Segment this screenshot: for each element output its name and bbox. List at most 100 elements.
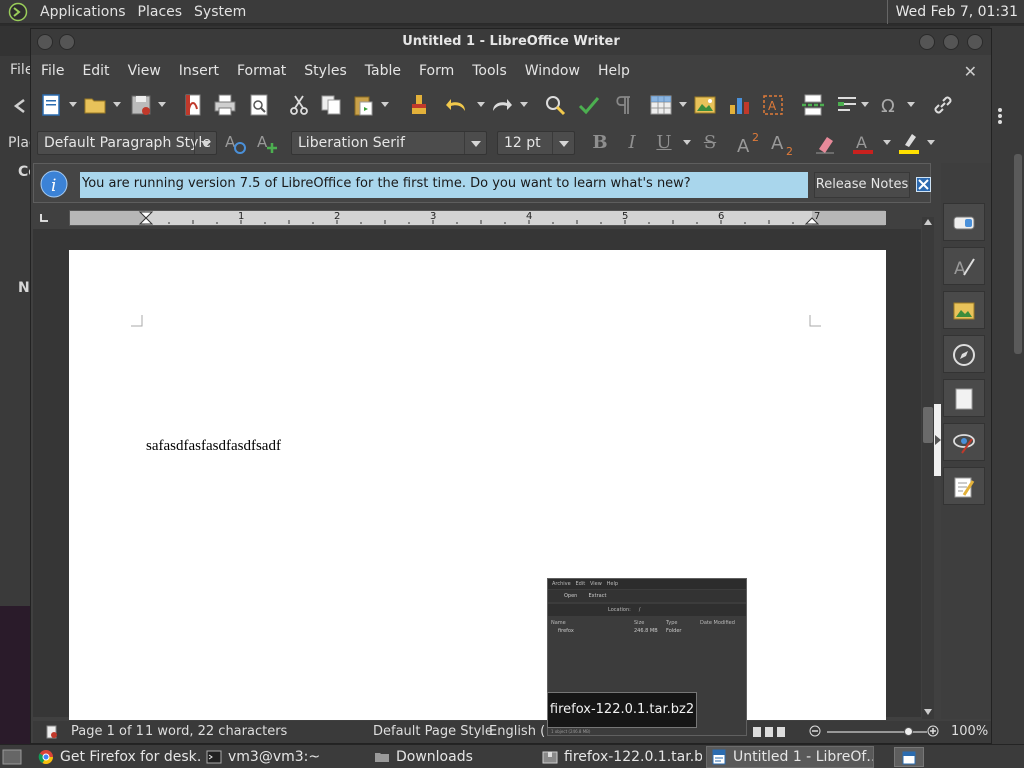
strikethrough-icon[interactable]: S <box>697 131 723 155</box>
taskbar-item-firefox-page[interactable]: Get Firefox for desk… <box>34 746 200 768</box>
paste-dropdown-icon[interactable] <box>381 102 389 107</box>
taskbar-item-terminal[interactable]: vm3@vm3:~ <box>202 746 366 768</box>
spelling-icon[interactable] <box>577 93 601 117</box>
zoom-slider[interactable] <box>827 727 927 736</box>
formatting-marks-icon[interactable] <box>611 93 635 117</box>
special-character-icon[interactable]: Ω <box>877 93 901 117</box>
sidebar-navigator-button[interactable] <box>943 335 985 373</box>
export-pdf-icon[interactable] <box>181 93 205 117</box>
window-menu-icon[interactable] <box>37 34 53 50</box>
scrollbar-thumb[interactable] <box>923 407 933 443</box>
print-icon[interactable] <box>213 93 237 117</box>
status-page-style[interactable]: Default Page Style <box>373 724 493 739</box>
window-titlebar[interactable]: Untitled 1 - LibreOffice Writer <box>31 29 991 55</box>
window-shade-icon[interactable] <box>59 34 75 50</box>
underline-dropdown-icon[interactable] <box>683 140 691 145</box>
insert-image-icon[interactable] <box>693 93 717 117</box>
paragraph-style-dropdown-icon[interactable] <box>194 132 216 154</box>
sidebar-style-inspector-button[interactable] <box>943 423 985 461</box>
new-document-icon[interactable] <box>39 93 63 117</box>
sidebar-styles-button[interactable]: A <box>943 247 985 285</box>
insert-chart-icon[interactable] <box>727 93 751 117</box>
menu-tools[interactable]: Tools <box>463 63 516 79</box>
menu-edit[interactable]: Edit <box>73 63 118 79</box>
maximize-icon[interactable] <box>943 34 959 50</box>
document-text[interactable]: safasdfasfasdfasdfsadf <box>146 438 281 455</box>
insert-page-break-icon[interactable] <box>801 93 825 117</box>
kebab-menu-icon[interactable] <box>994 106 1006 126</box>
menu-format[interactable]: Format <box>228 63 295 79</box>
clear-formatting-icon[interactable] <box>813 131 837 155</box>
insert-table-icon[interactable] <box>649 93 673 117</box>
redo-icon[interactable] <box>489 93 513 117</box>
status-word-count[interactable]: 1 word, 22 characters <box>145 724 287 739</box>
view-layout-icons[interactable] <box>753 725 787 739</box>
font-color-icon[interactable]: A <box>851 131 875 155</box>
menu-styles[interactable]: Styles <box>295 63 355 79</box>
menu-view[interactable]: View <box>119 63 170 79</box>
status-language[interactable]: English (US) <box>489 724 545 739</box>
paragraph-style-combo[interactable]: Default Paragraph Style <box>37 131 217 155</box>
zoom-slider-knob[interactable] <box>904 727 913 736</box>
open-dropdown-icon[interactable] <box>113 102 121 107</box>
sidebar-gallery-button[interactable] <box>943 291 985 329</box>
status-page-number[interactable]: Page 1 of 1 <box>71 724 144 739</box>
new-document-dropdown-icon[interactable] <box>69 102 77 107</box>
minimize-icon[interactable] <box>919 34 935 50</box>
insert-hyperlink-icon[interactable] <box>931 93 955 117</box>
menu-form[interactable]: Form <box>410 63 463 79</box>
menu-window[interactable]: Window <box>516 63 589 79</box>
highlight-dropdown-icon[interactable] <box>927 140 935 145</box>
copy-icon[interactable] <box>319 93 343 117</box>
places-menu[interactable]: Places <box>132 4 189 20</box>
underline-icon[interactable]: U <box>651 131 677 155</box>
menu-table[interactable]: Table <box>356 63 410 79</box>
bold-icon[interactable]: B <box>587 131 613 155</box>
font-name-dropdown-icon[interactable] <box>464 132 486 154</box>
clock[interactable]: Wed Feb 7, 01:31 <box>886 0 1024 24</box>
show-desktop-icon[interactable] <box>2 748 22 766</box>
sidebar-page-button[interactable] <box>943 379 985 417</box>
scroll-up-icon[interactable] <box>924 219 932 225</box>
zoom-out-icon[interactable] <box>809 725 821 737</box>
sidebar-manage-changes-button[interactable] <box>943 467 985 505</box>
special-character-dropdown-icon[interactable] <box>907 102 915 107</box>
find-replace-icon[interactable] <box>543 93 567 117</box>
close-window-icon[interactable] <box>967 34 983 50</box>
italic-icon[interactable]: I <box>619 131 645 155</box>
new-style-icon[interactable]: A <box>255 131 279 155</box>
document-page[interactable] <box>69 250 886 720</box>
insert-field-dropdown-icon[interactable] <box>861 102 869 107</box>
taskbar-item-archive[interactable]: firefox-122.0.1.tar.bz2 <box>538 746 702 768</box>
save-icon[interactable] <box>129 93 153 117</box>
superscript-icon[interactable]: A2 <box>735 131 763 155</box>
menu-insert[interactable]: Insert <box>170 63 228 79</box>
close-document-icon[interactable]: ✕ <box>964 62 977 81</box>
system-menu[interactable]: System <box>188 4 252 20</box>
redo-dropdown-icon[interactable] <box>520 102 528 107</box>
horizontal-ruler[interactable]: 1 2 3 4 5 6 7 <box>69 210 886 226</box>
scroll-down-icon[interactable] <box>924 709 932 715</box>
tab-stop-type-icon[interactable] <box>39 213 49 223</box>
font-size-dropdown-icon[interactable] <box>552 132 574 154</box>
insert-text-box-icon[interactable]: A <box>761 93 785 117</box>
background-scrollbar[interactable] <box>1014 154 1022 354</box>
open-folder-icon[interactable] <box>83 93 107 117</box>
menu-file[interactable]: File <box>31 63 73 79</box>
sidebar-properties-button[interactable] <box>943 203 985 241</box>
workspace-switcher[interactable] <box>894 747 924 767</box>
applications-menu[interactable]: Applications <box>34 4 132 20</box>
taskbar-item-writer[interactable]: Untitled 1 - LibreOf… <box>706 746 874 768</box>
vertical-scrollbar[interactable] <box>922 217 934 719</box>
status-zoom-level[interactable]: 100% <box>951 724 988 739</box>
highlight-color-icon[interactable] <box>897 131 921 155</box>
clone-formatting-icon[interactable] <box>407 93 431 117</box>
zoom-in-icon[interactable] <box>927 725 939 737</box>
save-dropdown-icon[interactable] <box>158 102 166 107</box>
font-name-combo[interactable]: Liberation Serif <box>291 131 487 155</box>
insert-table-dropdown-icon[interactable] <box>679 102 687 107</box>
taskbar-item-downloads[interactable]: Downloads <box>370 746 534 768</box>
cut-icon[interactable] <box>287 93 311 117</box>
document-modified-icon[interactable] <box>45 725 59 739</box>
release-notes-button[interactable]: Release Notes <box>814 172 910 198</box>
